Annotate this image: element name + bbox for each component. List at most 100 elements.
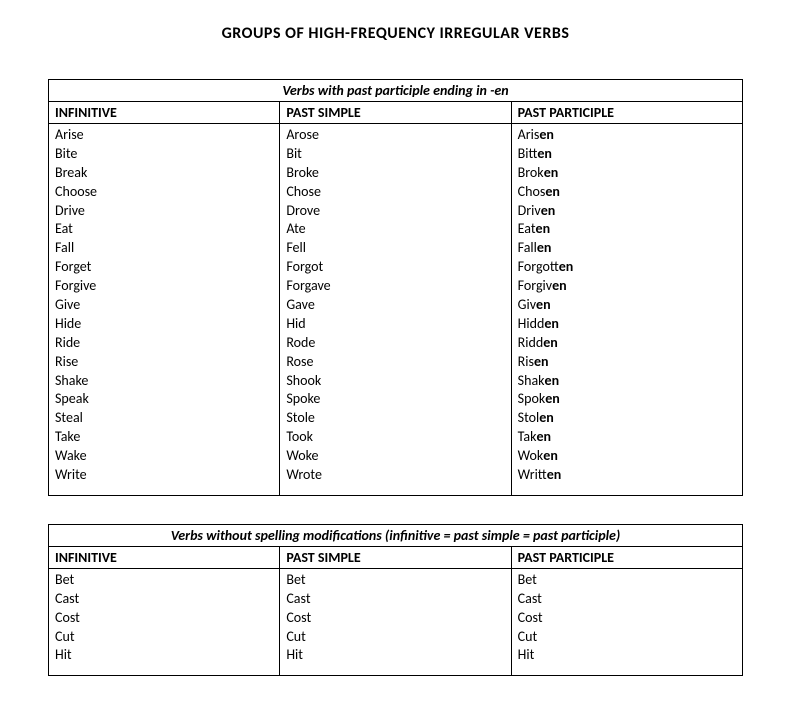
past-participle-value: Stolen xyxy=(518,409,736,428)
past-participle-cell: Bet CastCost CutHit xyxy=(511,568,742,675)
past-simple-cell: AroseBitBrokeChoseDroveAteFellForgotForg… xyxy=(280,124,511,496)
pp-suffix: en xyxy=(552,277,567,294)
past-participle-value: Broken xyxy=(518,164,736,183)
infinitive-value: Hit xyxy=(55,646,273,665)
infinitive-value: Choose xyxy=(55,183,273,202)
past-simple-value: Cost xyxy=(286,609,504,628)
past-participle-value: Cost xyxy=(518,609,736,628)
infinitive-value: Bite xyxy=(55,145,273,164)
infinitive-value: Break xyxy=(55,164,273,183)
column-header: PAST PARTICIPLE xyxy=(511,546,742,568)
table-caption: Verbs without spelling modifications (in… xyxy=(49,524,743,546)
infinitive-value: Wake xyxy=(55,447,273,466)
pp-suffix: en xyxy=(547,466,562,483)
table-row: BetCastCostCutHitBetCastCostCutHitBetCas… xyxy=(49,568,743,675)
past-simple-value: Took xyxy=(286,428,504,447)
pp-stem: Forgott xyxy=(518,258,559,275)
infinitive-value: Drive xyxy=(55,202,273,221)
pp-suffix: en xyxy=(536,220,551,237)
column-header: INFINITIVE xyxy=(49,102,280,124)
infinitive-cell: AriseBiteBreakChooseDriveEatFallForgetFo… xyxy=(49,124,280,496)
past-participle-value: Hidden xyxy=(518,315,736,334)
pp-stem: Forgiv xyxy=(518,277,552,294)
pp-suffix: en xyxy=(543,447,558,464)
past-participle-value: Arisen xyxy=(518,126,736,145)
past-simple-value: Forgot xyxy=(286,258,504,277)
infinitive-value: Rise xyxy=(55,353,273,372)
past-simple-value: Hit xyxy=(286,646,504,665)
past-participle-value: Cut xyxy=(518,628,736,647)
pp-suffix: en xyxy=(545,390,560,407)
pp-stem: Tak xyxy=(518,428,537,445)
past-participle-value: Eaten xyxy=(518,220,736,239)
table-row: AriseBiteBreakChooseDriveEatFallForgetFo… xyxy=(49,124,743,496)
pp-stem: Eat xyxy=(518,220,536,237)
past-simple-value: Wrote xyxy=(286,466,504,485)
past-participle-value: Given xyxy=(518,296,736,315)
past-simple-value: Shook xyxy=(286,372,504,391)
past-simple-cell: BetCastCostCutHit xyxy=(280,568,511,675)
past-simple-value: Spoke xyxy=(286,390,504,409)
past-participle-value: Spoken xyxy=(518,390,736,409)
infinitive-value: Hide xyxy=(55,315,273,334)
verb-table: Verbs with past participle ending in -en… xyxy=(48,79,743,496)
past-simple-value: Arose xyxy=(286,126,504,145)
pp-suffix: en xyxy=(544,315,559,332)
pp-suffix: en xyxy=(545,372,560,389)
verb-table: Verbs without spelling modifications (in… xyxy=(48,524,743,676)
past-simple-value: Hid xyxy=(286,315,504,334)
past-participle-value: Fallen xyxy=(518,239,736,258)
pp-stem: Shak xyxy=(518,372,545,389)
pp-stem: Hit xyxy=(518,646,535,663)
past-participle-value: Chosen xyxy=(518,183,736,202)
past-participle-value: Shaken xyxy=(518,372,736,391)
pp-stem: Aris xyxy=(518,126,540,143)
past-simple-value: Drove xyxy=(286,202,504,221)
past-simple-value: Broke xyxy=(286,164,504,183)
infinitive-value: Speak xyxy=(55,390,273,409)
past-simple-value: Fell xyxy=(286,239,504,258)
infinitive-value: Cast xyxy=(55,590,273,609)
pp-stem: Bet xyxy=(518,571,537,588)
past-participle-value: Driven xyxy=(518,202,736,221)
past-participle-value: Cast xyxy=(518,590,736,609)
pp-stem: Stol xyxy=(518,409,540,426)
column-header: PAST SIMPLE xyxy=(280,102,511,124)
past-simple-value: Rode xyxy=(286,334,504,353)
infinitive-value: Fall xyxy=(55,239,273,258)
past-simple-value: Bit xyxy=(286,145,504,164)
infinitive-value: Eat xyxy=(55,220,273,239)
past-simple-value: Ate xyxy=(286,220,504,239)
past-simple-value: Forgave xyxy=(286,277,504,296)
past-simple-value: Bet xyxy=(286,571,504,590)
pp-suffix: en xyxy=(537,239,552,256)
infinitive-value: Take xyxy=(55,428,273,447)
infinitive-value: Forgive xyxy=(55,277,273,296)
pp-suffix: en xyxy=(543,334,558,351)
table-caption: Verbs with past participle ending in -en xyxy=(49,80,743,102)
past-participle-value: Written xyxy=(518,466,736,485)
past-simple-value: Cut xyxy=(286,628,504,647)
past-participle-value: Taken xyxy=(518,428,736,447)
pp-suffix: en xyxy=(537,145,552,162)
column-header: PAST SIMPLE xyxy=(280,546,511,568)
past-participle-value: Forgiven xyxy=(518,277,736,296)
infinitive-value: Ride xyxy=(55,334,273,353)
pp-suffix: en xyxy=(536,296,551,313)
past-simple-value: Rose xyxy=(286,353,504,372)
past-participle-cell: ArisenBittenBrokenChosenDrivenEatenFalle… xyxy=(511,124,742,496)
past-participle-value: Woken xyxy=(518,447,736,466)
pp-stem: Ridd xyxy=(518,334,544,351)
pp-suffix: en xyxy=(534,353,549,370)
pp-suffix: en xyxy=(544,164,559,181)
infinitive-value: Shake xyxy=(55,372,273,391)
infinitive-value: Give xyxy=(55,296,273,315)
past-participle-value: Hit xyxy=(518,646,736,665)
pp-suffix: en xyxy=(559,258,574,275)
past-simple-value: Woke xyxy=(286,447,504,466)
pp-stem: Cost xyxy=(518,609,543,626)
column-header: PAST PARTICIPLE xyxy=(511,102,742,124)
infinitive-value: Cut xyxy=(55,628,273,647)
pp-stem: Hidd xyxy=(518,315,545,332)
pp-suffix: en xyxy=(541,202,556,219)
